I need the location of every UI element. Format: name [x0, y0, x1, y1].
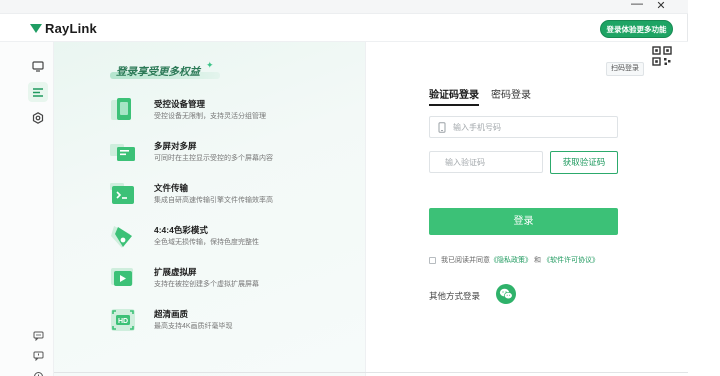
feature-title: 扩展虚拟屏: [154, 267, 197, 277]
list-icon: [33, 87, 43, 97]
phone-icon: [438, 121, 446, 133]
nav-messages[interactable]: [28, 326, 48, 346]
feature-title: 文件传输: [154, 183, 189, 193]
chat-icon: [33, 331, 43, 341]
feature-item: 多屏对多屏 可同时在主控显示受控的多个屏幕内容: [108, 138, 368, 172]
feature-desc: 集成自研高速传输引擎文件传输效率高: [154, 197, 273, 204]
benefits-heading: 登录享受更多权益: [116, 66, 200, 78]
app-logo: RayLink: [30, 21, 97, 36]
wechat-icon: [499, 288, 513, 300]
get-code-button[interactable]: 获取验证码: [550, 151, 618, 174]
login-tabs: 验证码登录 密码登录: [429, 86, 543, 106]
multi-screen-icon: [110, 144, 135, 161]
feature-desc: 可同时在主控显示受控的多个屏幕内容: [154, 155, 273, 162]
phone-input[interactable]: [453, 122, 583, 132]
svg-text:HD: HD: [118, 318, 128, 325]
app-window: — ✕ RayLink 登录体验更多功能 登录享受更多权益 ✦ 受控设备管理 受…: [0, 0, 688, 376]
qr-code-icon[interactable]: [652, 46, 674, 68]
desktop-background: [688, 0, 720, 376]
virtual-screen-icon: [111, 268, 133, 286]
qr-login-tooltip[interactable]: 扫码登录: [606, 62, 644, 76]
more-icon: [33, 371, 43, 376]
bottom-divider: [54, 372, 688, 373]
login-promo-button[interactable]: 登录体验更多功能: [600, 20, 673, 38]
feature-desc: 最高支持4K画质纤毫毕现: [154, 323, 233, 330]
code-field[interactable]: [429, 151, 555, 173]
feature-item: 扩展虚拟屏 支持在被控创建多个虚拟扩展屏幕: [108, 264, 368, 298]
code-input[interactable]: [445, 157, 555, 167]
feature-title: 超清画质: [154, 309, 189, 319]
phone-field[interactable]: [429, 116, 618, 138]
feature-item: 文件传输 集成自研高速传输引擎文件传输效率高: [108, 180, 368, 214]
nav-settings[interactable]: [28, 108, 48, 128]
feature-title: 多屏对多屏: [154, 141, 197, 151]
feature-item: 受控设备管理 受控设备无限制，支持灵活分组管理: [108, 96, 368, 130]
settings-icon: [32, 112, 44, 124]
login-panel: 扫码登录 验证码登录 密码登录 输入手机号码 输入验证码 获取验证码 登录 我已…: [366, 42, 688, 376]
left-sidebar: [0, 42, 54, 376]
other-methods-label: 其他方式登录: [429, 291, 481, 301]
nav-more[interactable]: [28, 366, 48, 376]
feature-title: 4:4:4色彩模式: [154, 225, 208, 235]
minimize-button[interactable]: —: [628, 0, 646, 13]
login-button[interactable]: 登录: [429, 208, 618, 235]
agreement-and: 和: [534, 257, 541, 264]
sparkle-icon: ✦: [206, 60, 214, 70]
app-header: RayLink 登录体验更多功能: [0, 14, 688, 42]
agreement-checkbox[interactable]: [429, 256, 436, 264]
nav-remote-control[interactable]: [28, 56, 48, 76]
title-bar: — ✕: [0, 0, 688, 14]
feedback-icon: [33, 351, 43, 361]
license-link[interactable]: 《软件许可协议》: [543, 255, 599, 265]
tab-sms-login[interactable]: 验证码登录: [429, 86, 479, 106]
wechat-login-button[interactable]: [496, 284, 516, 304]
device-management-icon: [111, 98, 131, 120]
privacy-policy-link[interactable]: 《隐私政策》: [490, 255, 532, 265]
file-transfer-icon: [110, 183, 134, 204]
feature-desc: 受控设备无限制，支持灵活分组管理: [154, 113, 266, 120]
agreement-row: 我已阅读并同意 《隐私政策》 和 《软件许可协议》: [429, 255, 599, 265]
hd-icon: HD: [111, 309, 135, 331]
feature-title: 受控设备管理: [154, 99, 206, 109]
app-name: RayLink: [45, 21, 97, 36]
monitor-icon: [32, 60, 44, 72]
raylink-logo-icon: [30, 23, 42, 34]
feature-desc: 支持在被控创建多个虚拟扩展屏幕: [154, 281, 259, 288]
close-button[interactable]: ✕: [652, 0, 670, 13]
nav-feedback[interactable]: [28, 346, 48, 366]
nav-device-list[interactable]: [28, 82, 48, 102]
benefits-panel: 登录享受更多权益 ✦ 受控设备管理 受控设备无限制，支持灵活分组管理 多屏对多屏…: [54, 42, 366, 376]
color-mode-icon: [111, 226, 132, 248]
feature-item: HD 超清画质 最高支持4K画质纤毫毕现: [108, 306, 368, 340]
feature-desc: 全色域无损传输，保持色度完整性: [154, 239, 259, 246]
feature-item: 4:4:4色彩模式 全色域无损传输，保持色度完整性: [108, 222, 368, 256]
tab-password-login[interactable]: 密码登录: [491, 86, 531, 102]
agreement-text: 我已阅读并同意: [441, 257, 490, 264]
